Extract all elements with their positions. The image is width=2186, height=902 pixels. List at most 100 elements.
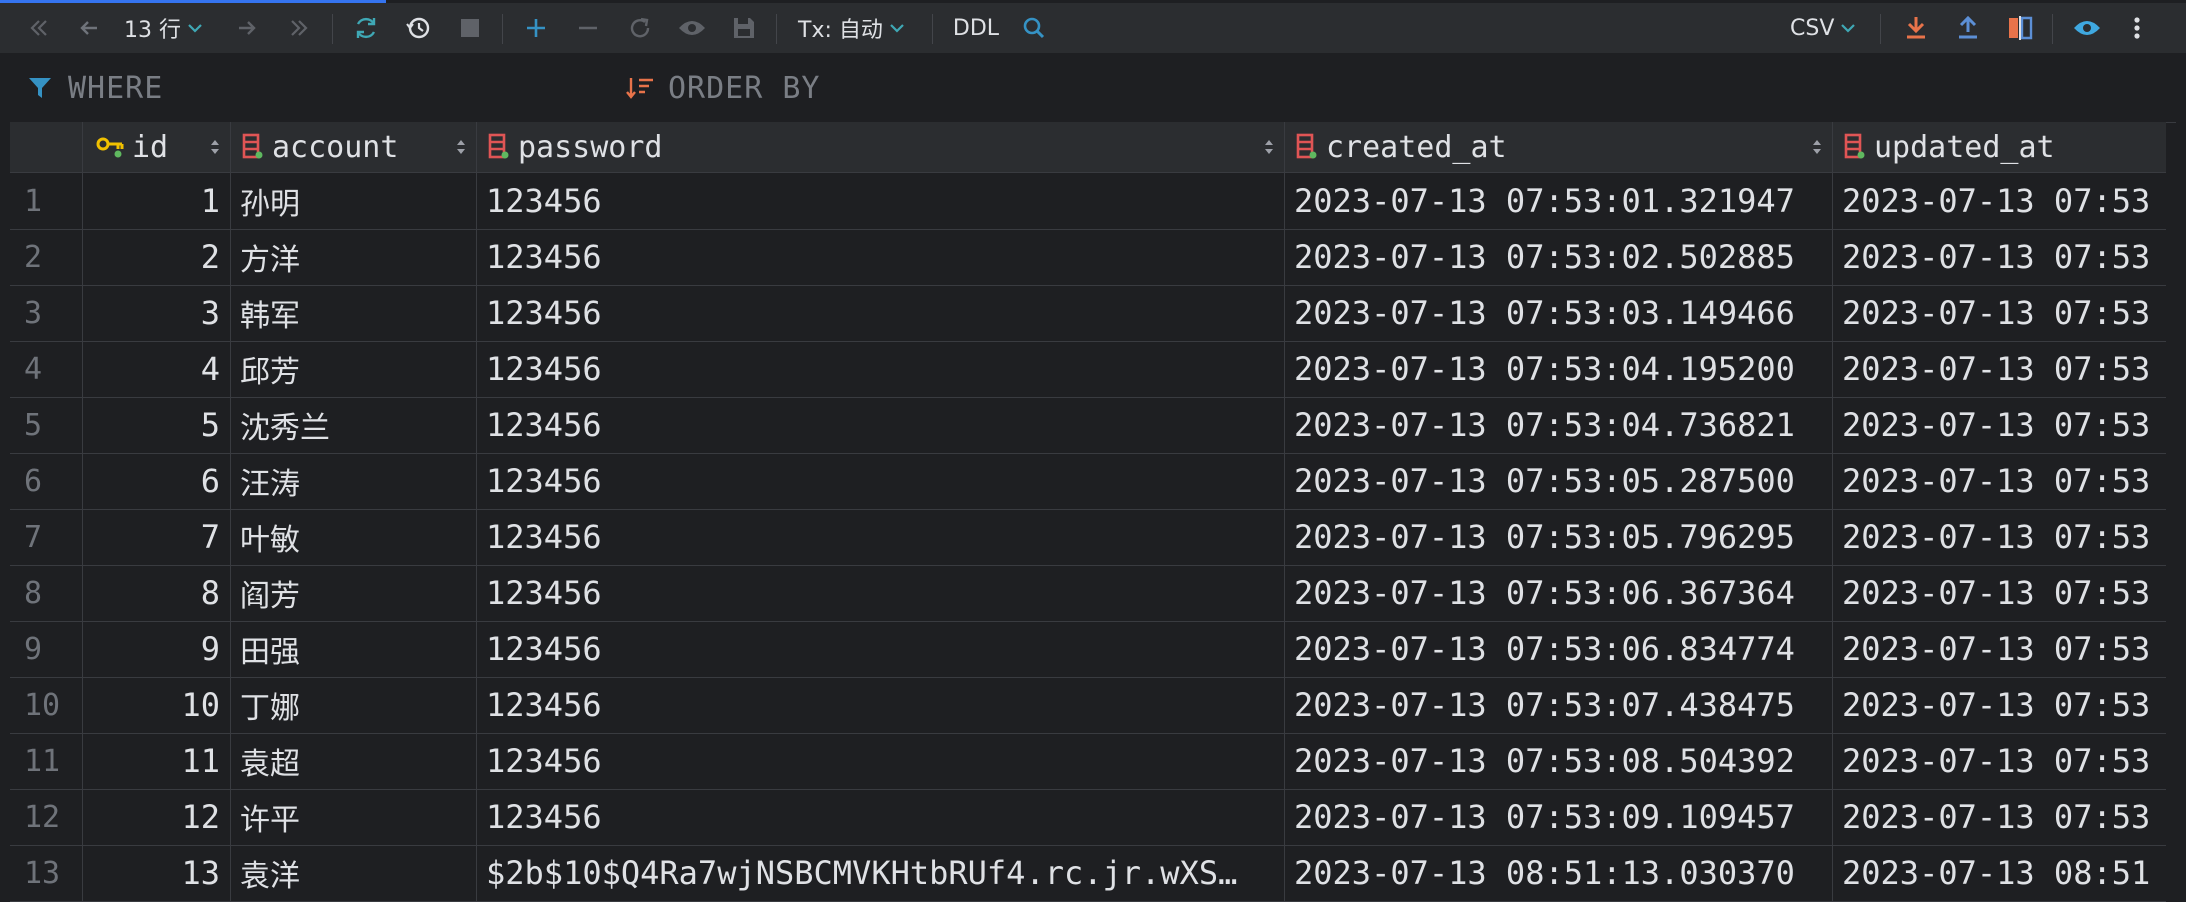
cell-id[interactable]: 2 xyxy=(82,229,230,285)
more-options-icon[interactable] xyxy=(2122,3,2152,53)
cell-id[interactable]: 4 xyxy=(82,341,230,397)
delete-row-icon[interactable] xyxy=(570,3,606,53)
cell-id[interactable]: 9 xyxy=(82,621,230,677)
cell-account[interactable]: 袁超 xyxy=(230,733,476,789)
cell-password[interactable]: 123456 xyxy=(476,565,1284,621)
cell-id[interactable]: 3 xyxy=(82,285,230,341)
cell-created-at[interactable]: 2023-07-13 07:53:02.502885 xyxy=(1284,229,1832,285)
revert-icon[interactable] xyxy=(622,3,658,53)
table-row[interactable]: 9 9 田强 123456 2023-07-13 07:53:06.834774 2023… xyxy=(10,621,2166,678)
cell-updated-at[interactable]: 2023-07-13 07:53 xyxy=(1832,173,2166,229)
cell-id[interactable]: 6 xyxy=(82,453,230,509)
cell-account[interactable]: 汪涛 xyxy=(230,453,476,509)
cell-account[interactable]: 丁娜 xyxy=(230,677,476,733)
compare-icon[interactable] xyxy=(2002,3,2038,53)
cell-created-at[interactable]: 2023-07-13 07:53:05.287500 xyxy=(1284,453,1832,509)
table-row[interactable]: 4 4 邱芳 123456 2023-07-13 07:53:04.195200 2023… xyxy=(10,341,2166,398)
sort-toggle-icon[interactable] xyxy=(210,122,220,172)
cell-created-at[interactable]: 2023-07-13 08:51:13.030370 xyxy=(1284,845,1832,901)
cell-created-at[interactable]: 2023-07-13 07:53:05.796295 xyxy=(1284,509,1832,565)
cell-account[interactable]: 韩军 xyxy=(230,285,476,341)
order-by-input[interactable]: ORDER BY xyxy=(626,54,821,122)
sort-toggle-icon[interactable] xyxy=(1264,122,1274,172)
cell-account[interactable]: 阎芳 xyxy=(230,565,476,621)
cell-created-at[interactable]: 2023-07-13 07:53:04.736821 xyxy=(1284,397,1832,453)
cell-updated-at[interactable]: 2023-07-13 07:53 xyxy=(1832,677,2166,733)
table-row[interactable]: 12 12 许平 123456 2023-07-13 07:53:09.109457 20… xyxy=(10,789,2166,846)
table-row[interactable]: 10 10 丁娜 123456 2023-07-13 07:53:07.438475 20… xyxy=(10,677,2166,734)
cell-password[interactable]: 123456 xyxy=(476,509,1284,565)
cell-account[interactable]: 沈秀兰 xyxy=(230,397,476,453)
sort-toggle-icon[interactable] xyxy=(456,122,466,172)
cell-id[interactable]: 5 xyxy=(82,397,230,453)
transaction-mode-dropdown[interactable]: Tx: 自动 xyxy=(798,3,918,53)
cell-created-at[interactable]: 2023-07-13 07:53:06.367364 xyxy=(1284,565,1832,621)
cell-id[interactable]: 12 xyxy=(82,789,230,845)
sort-toggle-icon[interactable] xyxy=(1812,122,1822,172)
download-icon[interactable] xyxy=(1898,3,1934,53)
cell-updated-at[interactable]: 2023-07-13 07:53 xyxy=(1832,509,2166,565)
table-row[interactable]: 13 13 袁洋 $2b$10$Q4Ra7wjNSBCMVKHtbRUf4.rc.jr… xyxy=(10,845,2166,902)
cell-password[interactable]: 123456 xyxy=(476,621,1284,677)
cell-updated-at[interactable]: 2023-07-13 07:53 xyxy=(1832,565,2166,621)
save-icon[interactable] xyxy=(726,3,762,53)
add-row-icon[interactable] xyxy=(518,3,554,53)
cell-created-at[interactable]: 2023-07-13 07:53:01.321947 xyxy=(1284,173,1832,229)
where-filter-input[interactable]: WHERE xyxy=(28,54,163,122)
cell-updated-at[interactable]: 2023-07-13 07:53 xyxy=(1832,285,2166,341)
cell-password[interactable]: 123456 xyxy=(476,229,1284,285)
cell-id[interactable]: 1 xyxy=(82,173,230,229)
cell-updated-at[interactable]: 2023-07-13 07:53 xyxy=(1832,397,2166,453)
column-header-created-at[interactable]: created_at xyxy=(1286,122,1832,172)
cell-password[interactable]: 123456 xyxy=(476,453,1284,509)
table-row[interactable]: 8 8 阎芳 123456 2023-07-13 07:53:06.367364 2023… xyxy=(10,565,2166,622)
cell-password[interactable]: 123456 xyxy=(476,397,1284,453)
column-header-account[interactable]: account xyxy=(232,122,476,172)
cell-password[interactable]: 123456 xyxy=(476,677,1284,733)
cell-account[interactable]: 许平 xyxy=(230,789,476,845)
cell-id[interactable]: 8 xyxy=(82,565,230,621)
cell-updated-at[interactable]: 2023-07-13 07:53 xyxy=(1832,789,2166,845)
cell-account[interactable]: 叶敏 xyxy=(230,509,476,565)
refresh-icon[interactable] xyxy=(348,3,384,53)
preview-icon[interactable] xyxy=(674,3,710,53)
cell-created-at[interactable]: 2023-07-13 07:53:07.438475 xyxy=(1284,677,1832,733)
cell-account[interactable]: 孙明 xyxy=(230,173,476,229)
export-format-dropdown[interactable]: CSV xyxy=(1790,3,1862,53)
view-options-icon[interactable] xyxy=(2068,3,2106,53)
cell-id[interactable]: 11 xyxy=(82,733,230,789)
cell-password[interactable]: 123456 xyxy=(476,173,1284,229)
cell-account[interactable]: 田强 xyxy=(230,621,476,677)
cell-password[interactable]: 123456 xyxy=(476,285,1284,341)
table-row[interactable]: 1 1 孙明 123456 2023-07-13 07:53:01.321947 2023… xyxy=(10,173,2166,230)
cell-updated-at[interactable]: 2023-07-13 07:53 xyxy=(1832,453,2166,509)
first-page-icon[interactable] xyxy=(22,3,56,53)
cell-created-at[interactable]: 2023-07-13 07:53:08.504392 xyxy=(1284,733,1832,789)
column-header-id[interactable]: id xyxy=(84,122,230,172)
table-row[interactable]: 11 11 袁超 123456 2023-07-13 07:53:08.504392 20… xyxy=(10,733,2166,790)
cell-password[interactable]: 123456 xyxy=(476,789,1284,845)
cell-updated-at[interactable]: 2023-07-13 07:53 xyxy=(1832,341,2166,397)
cell-created-at[interactable]: 2023-07-13 07:53:09.109457 xyxy=(1284,789,1832,845)
cell-account[interactable]: 方洋 xyxy=(230,229,476,285)
cell-updated-at[interactable]: 2023-07-13 07:53 xyxy=(1832,229,2166,285)
cell-created-at[interactable]: 2023-07-13 07:53:03.149466 xyxy=(1284,285,1832,341)
row-count-dropdown[interactable]: 13 行 xyxy=(124,3,216,53)
cell-password[interactable]: $2b$10$Q4Ra7wjNSBCMVKHtbRUf4.rc.jr.wXS… xyxy=(476,845,1284,901)
cell-account[interactable]: 邱芳 xyxy=(230,341,476,397)
cell-password[interactable]: 123456 xyxy=(476,341,1284,397)
cell-updated-at[interactable]: 2023-07-13 07:53 xyxy=(1832,733,2166,789)
cell-id[interactable]: 7 xyxy=(82,509,230,565)
ddl-button[interactable]: DDL xyxy=(950,3,1002,53)
next-page-icon[interactable] xyxy=(230,3,264,53)
cell-id[interactable]: 13 xyxy=(82,845,230,901)
column-header-password[interactable]: password xyxy=(478,122,1284,172)
table-row[interactable]: 6 6 汪涛 123456 2023-07-13 07:53:05.287500 2023… xyxy=(10,453,2166,510)
cell-id[interactable]: 10 xyxy=(82,677,230,733)
stop-icon[interactable] xyxy=(452,3,488,53)
cell-updated-at[interactable]: 2023-07-13 07:53 xyxy=(1832,621,2166,677)
previous-page-icon[interactable] xyxy=(72,3,106,53)
cell-created-at[interactable]: 2023-07-13 07:53:04.195200 xyxy=(1284,341,1832,397)
cell-created-at[interactable]: 2023-07-13 07:53:06.834774 xyxy=(1284,621,1832,677)
table-row[interactable]: 5 5 沈秀兰 123456 2023-07-13 07:53:04.736821 202… xyxy=(10,397,2166,454)
